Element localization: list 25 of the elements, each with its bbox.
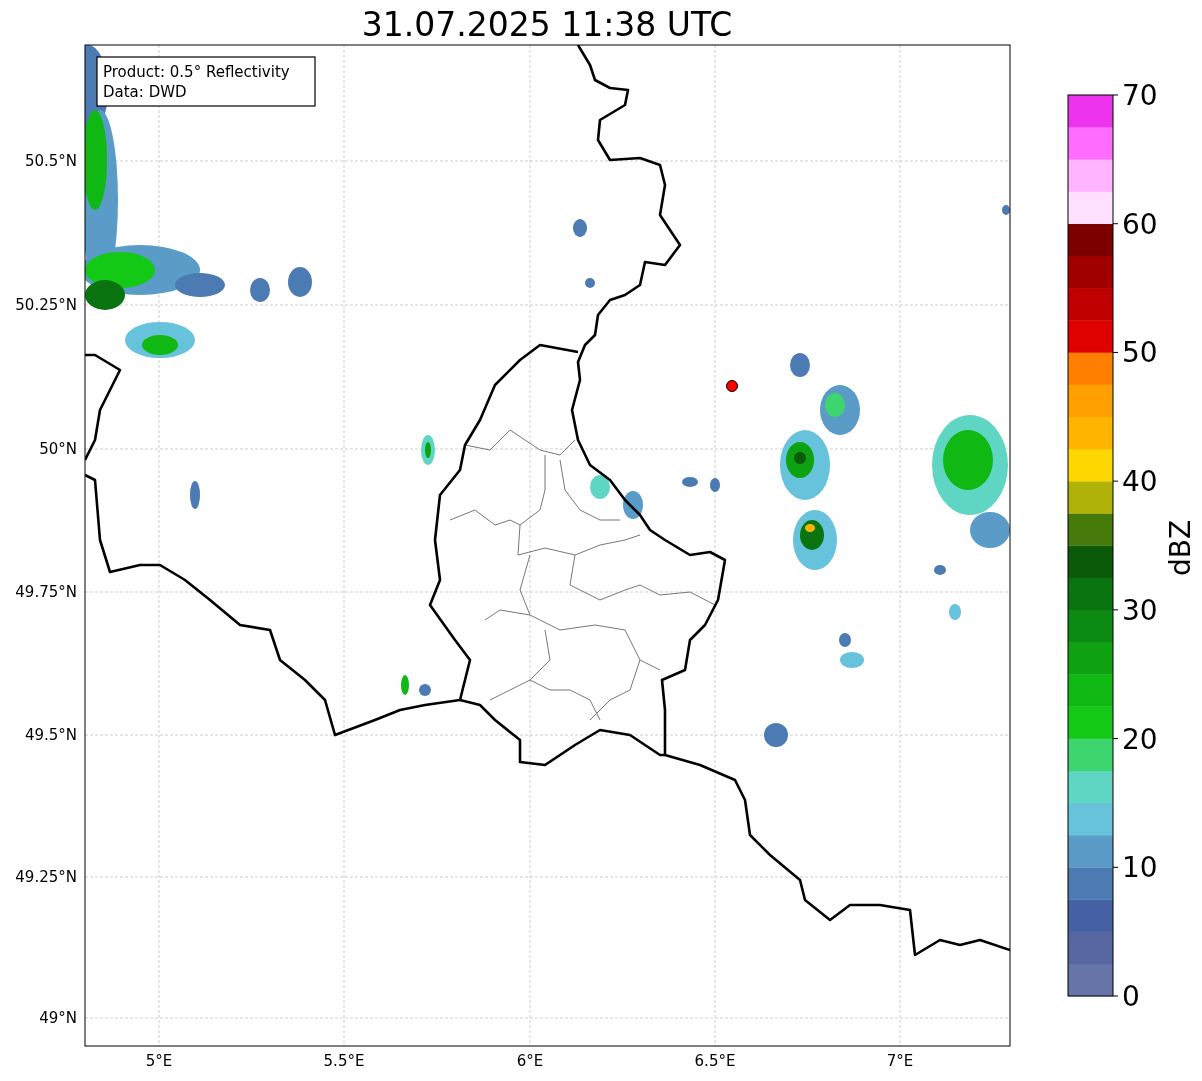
x-tick-label: 5°E	[145, 1052, 173, 1070]
colorbar-label: dBZ	[1164, 519, 1197, 577]
y-tick-label: 49°N	[39, 1009, 77, 1027]
colorbar-tick-label: 10	[1122, 851, 1158, 885]
radar-site-marker	[726, 380, 738, 392]
colorbar-tick-label: 20	[1122, 722, 1158, 756]
info-text: Data: DWD	[103, 83, 187, 101]
x-tick-label: 6.5°E	[694, 1052, 736, 1070]
colorbar-tick-label: 40	[1122, 465, 1158, 499]
x-tick-label: 7°E	[886, 1052, 914, 1070]
colorbar-tick-label: 50	[1122, 336, 1158, 370]
y-tick-label: 50.5°N	[24, 152, 77, 170]
chart-title: 31.07.2025 11:38 UTC	[361, 5, 733, 44]
y-tick-label: 50.25°N	[15, 296, 77, 314]
colorbar-tick-label: 0	[1122, 980, 1140, 1013]
y-tick-label: 49.25°N	[15, 868, 77, 886]
x-tick-label: 5.5°E	[323, 1052, 365, 1070]
y-tick-label: 49.5°N	[24, 726, 77, 744]
colorbar-tick-label: 70	[1122, 79, 1158, 112]
colorbar-tick-label: 60	[1122, 207, 1158, 241]
x-tick-label: 6°E	[516, 1052, 544, 1070]
y-tick-label: 49.75°N	[15, 583, 77, 601]
info-text: Product: 0.5° Reflectivity	[103, 63, 290, 81]
colorbar-tick-label: 30	[1122, 593, 1158, 627]
y-tick-label: 50°N	[39, 440, 77, 458]
